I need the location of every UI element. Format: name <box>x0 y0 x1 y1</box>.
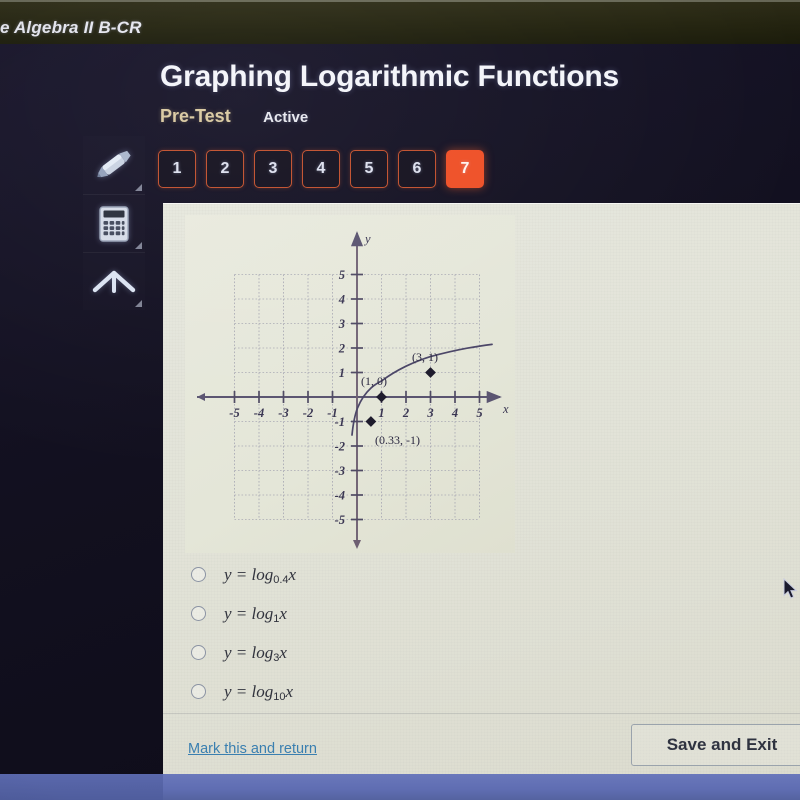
point-label-1: (1, 0) <box>361 374 387 388</box>
x-axis-arrowhead-left <box>197 393 205 401</box>
answer-option-d[interactable]: y = log10x <box>187 672 607 711</box>
tool-expand-corner <box>135 300 142 307</box>
option-c-prefix: y = log <box>224 642 274 662</box>
xtick-label: 1 <box>378 406 384 420</box>
xtick-label: 3 <box>426 406 433 420</box>
option-d-prefix: y = log <box>224 681 274 701</box>
option-d-base: 10 <box>273 690 286 703</box>
radio-button-c[interactable] <box>191 645 206 660</box>
ytick-label: -4 <box>335 489 345 503</box>
answer-option-d-label: y = log10x <box>224 681 294 703</box>
pretest-label: Pre-Test <box>160 106 231 126</box>
question-number-nav: 1 2 3 4 5 6 7 <box>158 150 484 188</box>
ytick-label: 3 <box>338 317 345 331</box>
xtick-label: 4 <box>451 406 458 420</box>
ytick-label: 4 <box>338 293 345 307</box>
question-content-panel: -5 -4 -3 -2 -1 1 2 3 4 5 -5 -4 -3 -2 -1 … <box>163 203 800 775</box>
reference-tool[interactable] <box>83 252 145 310</box>
tool-sidebar <box>83 136 145 310</box>
assessment-subheader: Pre-Test Active <box>160 106 308 127</box>
screen-bezel-highlight <box>0 0 800 2</box>
ytick-label: -1 <box>335 415 345 429</box>
option-c-arg: x <box>279 642 287 662</box>
question-button-4[interactable]: 4 <box>302 150 340 188</box>
ytick-label: -3 <box>335 464 345 478</box>
option-a-arg: x <box>288 564 297 584</box>
highlighter-icon <box>93 148 135 182</box>
answer-options-list: y = log0.4x y = log1x y = log3x y = log1… <box>187 555 607 711</box>
option-c-base: 3 <box>273 651 280 664</box>
answer-option-c[interactable]: y = log3x <box>187 633 607 672</box>
question-button-5[interactable]: 5 <box>350 150 388 188</box>
answer-option-a[interactable]: y = log0.4x <box>187 555 607 594</box>
calculator-icon <box>97 205 131 243</box>
option-b-base: 1 <box>273 612 280 625</box>
option-b-arg: x <box>279 603 287 623</box>
browser-tab-title[interactable]: e Algebra II B-CR <box>0 18 142 38</box>
question-button-2[interactable]: 2 <box>206 150 244 188</box>
highlighter-tool[interactable] <box>83 136 145 194</box>
y-axis-label: y <box>363 232 371 246</box>
x-axis-label: x <box>502 402 509 416</box>
option-b-prefix: y = log <box>224 603 274 623</box>
desktop-bottom-edge <box>0 774 800 800</box>
option-a-base: 0.4 <box>273 573 289 586</box>
point-1-0 <box>376 391 387 403</box>
answer-option-a-label: y = log0.4x <box>224 564 297 586</box>
calculator-tool[interactable] <box>83 194 145 252</box>
point-3-1 <box>425 367 436 378</box>
answer-option-b-label: y = log1x <box>224 603 287 625</box>
page-title: Graphing Logarithmic Functions <box>160 60 620 93</box>
answer-option-c-label: y = log3x <box>224 642 287 664</box>
xtick-label: 2 <box>402 406 409 420</box>
radio-button-b[interactable] <box>191 606 206 621</box>
point-label-2: (3, 1) <box>412 350 438 364</box>
option-d-arg: x <box>285 681 294 701</box>
ytick-label: 5 <box>339 268 345 282</box>
option-a-prefix: y = log <box>224 564 274 584</box>
status-badge: Active <box>263 109 309 126</box>
xtick-label: -5 <box>229 406 239 420</box>
question-button-7[interactable]: 7 <box>446 150 484 188</box>
question-button-3[interactable]: 3 <box>254 150 292 188</box>
ytick-label: -2 <box>335 440 345 454</box>
y-axis-arrowhead-bottom <box>353 540 361 549</box>
ytick-label: 1 <box>339 366 345 380</box>
xtick-label: -4 <box>254 406 264 420</box>
save-and-exit-button[interactable]: Save and Exit <box>631 724 800 766</box>
graph-figure: -5 -4 -3 -2 -1 1 2 3 4 5 -5 -4 -3 -2 -1 … <box>185 215 515 553</box>
point-0.33--1 <box>365 416 377 427</box>
tool-expand-corner <box>135 242 142 249</box>
coordinate-plane-svg: -5 -4 -3 -2 -1 1 2 3 4 5 -5 -4 -3 -2 -1 … <box>197 231 509 549</box>
question-button-1[interactable]: 1 <box>158 150 196 188</box>
mark-this-and-return-link[interactable]: Mark this and return <box>188 741 317 757</box>
xtick-label: -2 <box>303 406 313 420</box>
desktop-bottom-edge-left <box>0 774 163 800</box>
browser-tab-strip: e Algebra II B-CR <box>0 0 800 48</box>
point-labels: (0.33, -1) (1, 0) (3, 1) <box>361 350 438 447</box>
screenshot-root: e Algebra II B-CR Graphing Logarithmic F… <box>0 0 800 800</box>
radio-button-d[interactable] <box>191 684 206 699</box>
chevron-up-icon <box>92 267 136 297</box>
tool-expand-corner <box>135 184 142 191</box>
ytick-label: 2 <box>338 342 345 356</box>
footer-divider <box>163 713 800 714</box>
answer-option-b[interactable]: y = log1x <box>187 594 607 633</box>
xtick-label: 5 <box>476 406 482 420</box>
point-label-0: (0.33, -1) <box>375 433 420 447</box>
question-button-6[interactable]: 6 <box>398 150 436 188</box>
radio-button-a[interactable] <box>191 567 206 582</box>
xtick-label: -3 <box>278 406 288 420</box>
ytick-label: -5 <box>335 513 345 527</box>
